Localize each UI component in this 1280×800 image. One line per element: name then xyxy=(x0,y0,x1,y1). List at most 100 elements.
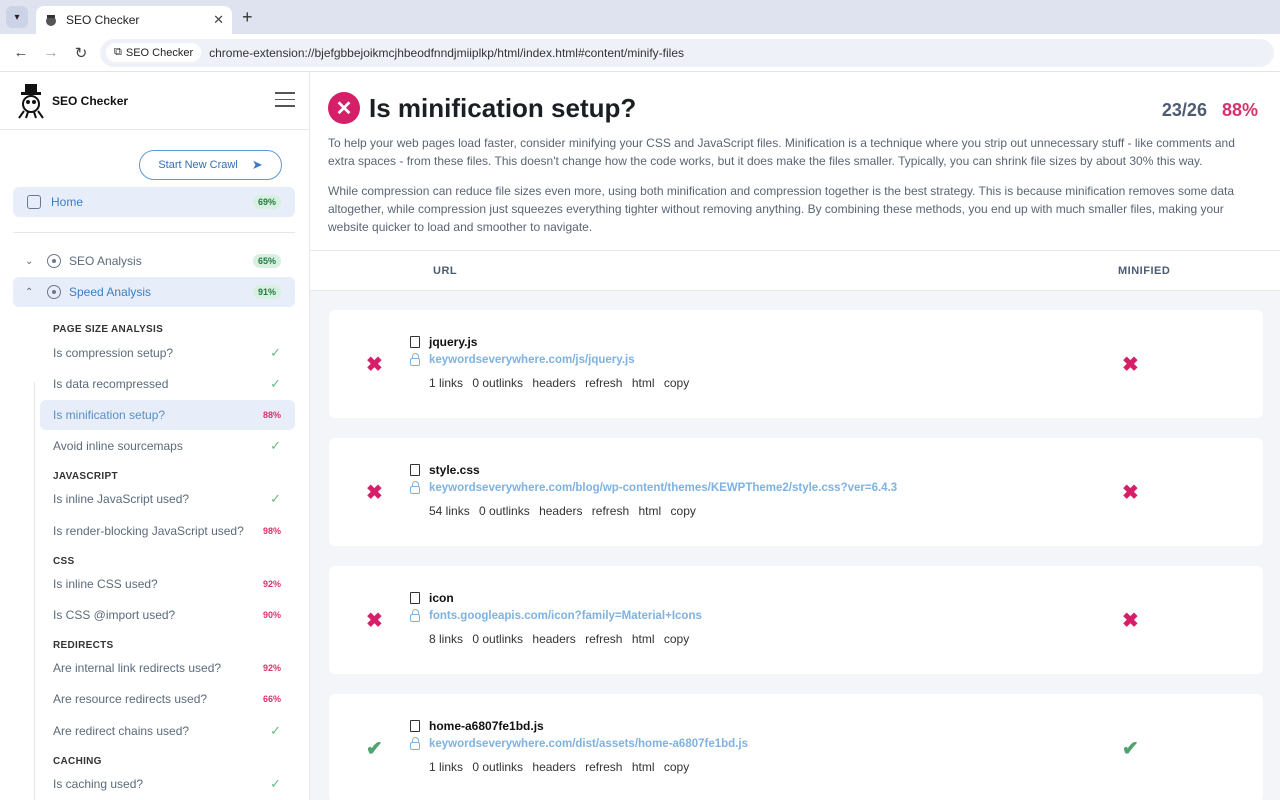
check-icon: ✓ xyxy=(270,776,281,791)
minified-fail-x-icon: ✖ xyxy=(1122,354,1139,376)
tab-search-button[interactable]: ▾ xyxy=(6,6,28,28)
sidebar-section-seo-analysis[interactable]: ⌄ SEO Analysis 65% xyxy=(13,246,295,276)
hamburger-menu-icon[interactable] xyxy=(275,92,295,112)
headers-link[interactable]: headers xyxy=(532,376,575,390)
links-count[interactable]: 8 links xyxy=(429,632,463,646)
headers-link[interactable]: headers xyxy=(532,632,575,646)
table-row: ✖ jquery.js keywordseverywhere.com/js/jq… xyxy=(329,310,1263,418)
links-count[interactable]: 1 links xyxy=(429,376,463,390)
forward-arrow-icon[interactable]: → xyxy=(36,44,66,61)
tree-guide-line xyxy=(34,382,35,800)
browser-tab-bar: ▾ SEO Checker ✕ + xyxy=(0,0,1280,34)
sidebar-item-minification[interactable]: Is minification setup? 88% xyxy=(40,400,295,430)
table-header: URL MINIFIED xyxy=(310,251,1280,291)
sidebar-item-inline-js[interactable]: Is inline JavaScript used? ✓ xyxy=(40,484,295,514)
group-title-css: CSS xyxy=(53,556,75,567)
check-icon: ✓ xyxy=(270,723,281,738)
html-link[interactable]: html xyxy=(632,632,655,646)
browser-tab[interactable]: SEO Checker ✕ xyxy=(36,6,232,34)
new-tab-button[interactable]: + xyxy=(242,7,253,28)
copy-link[interactable]: copy xyxy=(664,376,689,390)
url-omnibox[interactable]: ⧉ SEO Checker chrome-extension://bjefgbbe… xyxy=(100,38,1274,67)
sidebar-item-internal-redirects[interactable]: Are internal link redirects used? 92% xyxy=(40,653,295,683)
lock-icon xyxy=(410,608,420,622)
file-url-link[interactable]: fonts.googleapis.com/icon?family=Materia… xyxy=(429,610,702,622)
sidebar-item-caching[interactable]: Is caching used? ✓ xyxy=(40,769,295,799)
item-label: Are redirect chains used? xyxy=(53,724,190,738)
sidebar-section-speed-analysis[interactable]: ⌃ Speed Analysis 91% xyxy=(13,277,295,307)
lock-icon xyxy=(410,352,420,366)
headers-link[interactable]: headers xyxy=(539,504,582,518)
sidebar-item-resource-redirects[interactable]: Are resource redirects used? 66% xyxy=(40,684,295,714)
sidebar-item-sourcemaps[interactable]: Avoid inline sourcemaps ✓ xyxy=(40,431,295,461)
links-count[interactable]: 1 links xyxy=(429,760,463,774)
item-label: Is minification setup? xyxy=(53,408,166,422)
sidebar: SEO Checker Start New Crawl ➤ Home 69% ⌄… xyxy=(0,72,310,800)
outlinks-count[interactable]: 0 outlinks xyxy=(472,632,523,646)
html-link[interactable]: html xyxy=(632,760,655,774)
item-label: Is compression setup? xyxy=(53,346,174,360)
sidebar-item-inline-css[interactable]: Is inline CSS used? 92% xyxy=(40,569,295,599)
lock-icon xyxy=(410,736,420,750)
outlinks-count[interactable]: 0 outlinks xyxy=(472,760,523,774)
outlinks-count[interactable]: 0 outlinks xyxy=(472,376,523,390)
outlinks-count[interactable]: 0 outlinks xyxy=(479,504,530,518)
sidebar-item-compression[interactable]: Is compression setup? ✓ xyxy=(40,338,295,368)
browser-address-bar: ← → ↻ ⧉ SEO Checker chrome-extension://bj… xyxy=(0,34,1280,72)
item-label: Is inline CSS used? xyxy=(53,577,158,591)
sidebar-item-render-blocking-js[interactable]: Is render-blocking JavaScript used? 98% xyxy=(40,516,295,546)
sidebar-divider xyxy=(13,232,295,233)
tab-close-icon[interactable]: ✕ xyxy=(213,12,224,28)
file-icon xyxy=(410,336,420,348)
refresh-link[interactable]: refresh xyxy=(585,376,622,390)
refresh-link[interactable]: refresh xyxy=(585,760,622,774)
gauge-icon xyxy=(47,285,61,299)
results-list: ✖ jquery.js keywordseverywhere.com/js/jq… xyxy=(310,291,1280,800)
send-icon: ➤ xyxy=(251,157,263,172)
extension-chip[interactable]: ⧉ SEO Checker xyxy=(106,43,202,62)
copy-link[interactable]: copy xyxy=(671,504,696,518)
links-count[interactable]: 54 links xyxy=(429,504,470,518)
column-header-url: URL xyxy=(433,264,458,277)
sidebar-item-recompressed[interactable]: Is data recompressed ✓ xyxy=(40,369,295,399)
refresh-link[interactable]: refresh xyxy=(592,504,629,518)
html-link[interactable]: html xyxy=(639,504,662,518)
file-icon xyxy=(410,592,420,604)
headers-link[interactable]: headers xyxy=(532,760,575,774)
check-icon: ✓ xyxy=(270,491,281,506)
file-url-link[interactable]: keywordseverywhere.com/js/jquery.js xyxy=(429,354,635,366)
item-label: Are internal link redirects used? xyxy=(53,661,222,675)
file-icon xyxy=(410,720,420,732)
copy-link[interactable]: copy xyxy=(664,760,689,774)
copy-link[interactable]: copy xyxy=(664,632,689,646)
score-percent: 88% xyxy=(1221,100,1258,120)
refresh-link[interactable]: refresh xyxy=(585,632,622,646)
sidebar-item-css-import[interactable]: Is CSS @import used? 90% xyxy=(40,600,295,630)
minified-fail-x-icon: ✖ xyxy=(1122,610,1139,632)
item-label: Is render-blocking JavaScript used? xyxy=(53,524,244,538)
back-arrow-icon[interactable]: ← xyxy=(6,44,36,61)
group-title-caching: CACHING xyxy=(53,756,102,767)
start-new-crawl-button[interactable]: Start New Crawl ➤ xyxy=(139,150,282,180)
file-url-link[interactable]: keywordseverywhere.com/dist/assets/home-… xyxy=(429,738,748,750)
url-text: chrome-extension://bjefgbbejoikmcjhbeodf… xyxy=(209,45,685,60)
sidebar-item-home[interactable]: Home 69% xyxy=(13,187,295,217)
file-name: icon xyxy=(429,591,454,605)
page-title: Is minification setup? xyxy=(369,92,637,123)
sidebar-item-redirect-chains[interactable]: Are redirect chains used? ✓ xyxy=(40,716,295,746)
html-link[interactable]: html xyxy=(632,376,655,390)
reload-icon[interactable]: ↻ xyxy=(66,44,96,62)
group-title-page-size: PAGE SIZE ANALYSIS xyxy=(53,324,164,335)
section-score-badge: 91% xyxy=(252,285,281,299)
lock-icon xyxy=(410,480,420,494)
description-paragraph: While compression can reduce file sizes … xyxy=(328,184,1234,234)
spy-favicon-icon xyxy=(46,15,56,26)
item-label: Is caching used? xyxy=(53,777,144,791)
minified-pass-check-icon: ✔ xyxy=(1122,738,1139,760)
puzzle-icon: ⧉ xyxy=(114,46,122,58)
file-name: home-a6807fe1bd.js xyxy=(429,719,544,733)
file-url-link[interactable]: keywordseverywhere.com/blog/wp-content/t… xyxy=(429,482,897,494)
tab-title: SEO Checker xyxy=(66,13,140,27)
home-label: Home xyxy=(51,195,84,209)
fail-circle-icon: ✕ xyxy=(328,92,360,124)
